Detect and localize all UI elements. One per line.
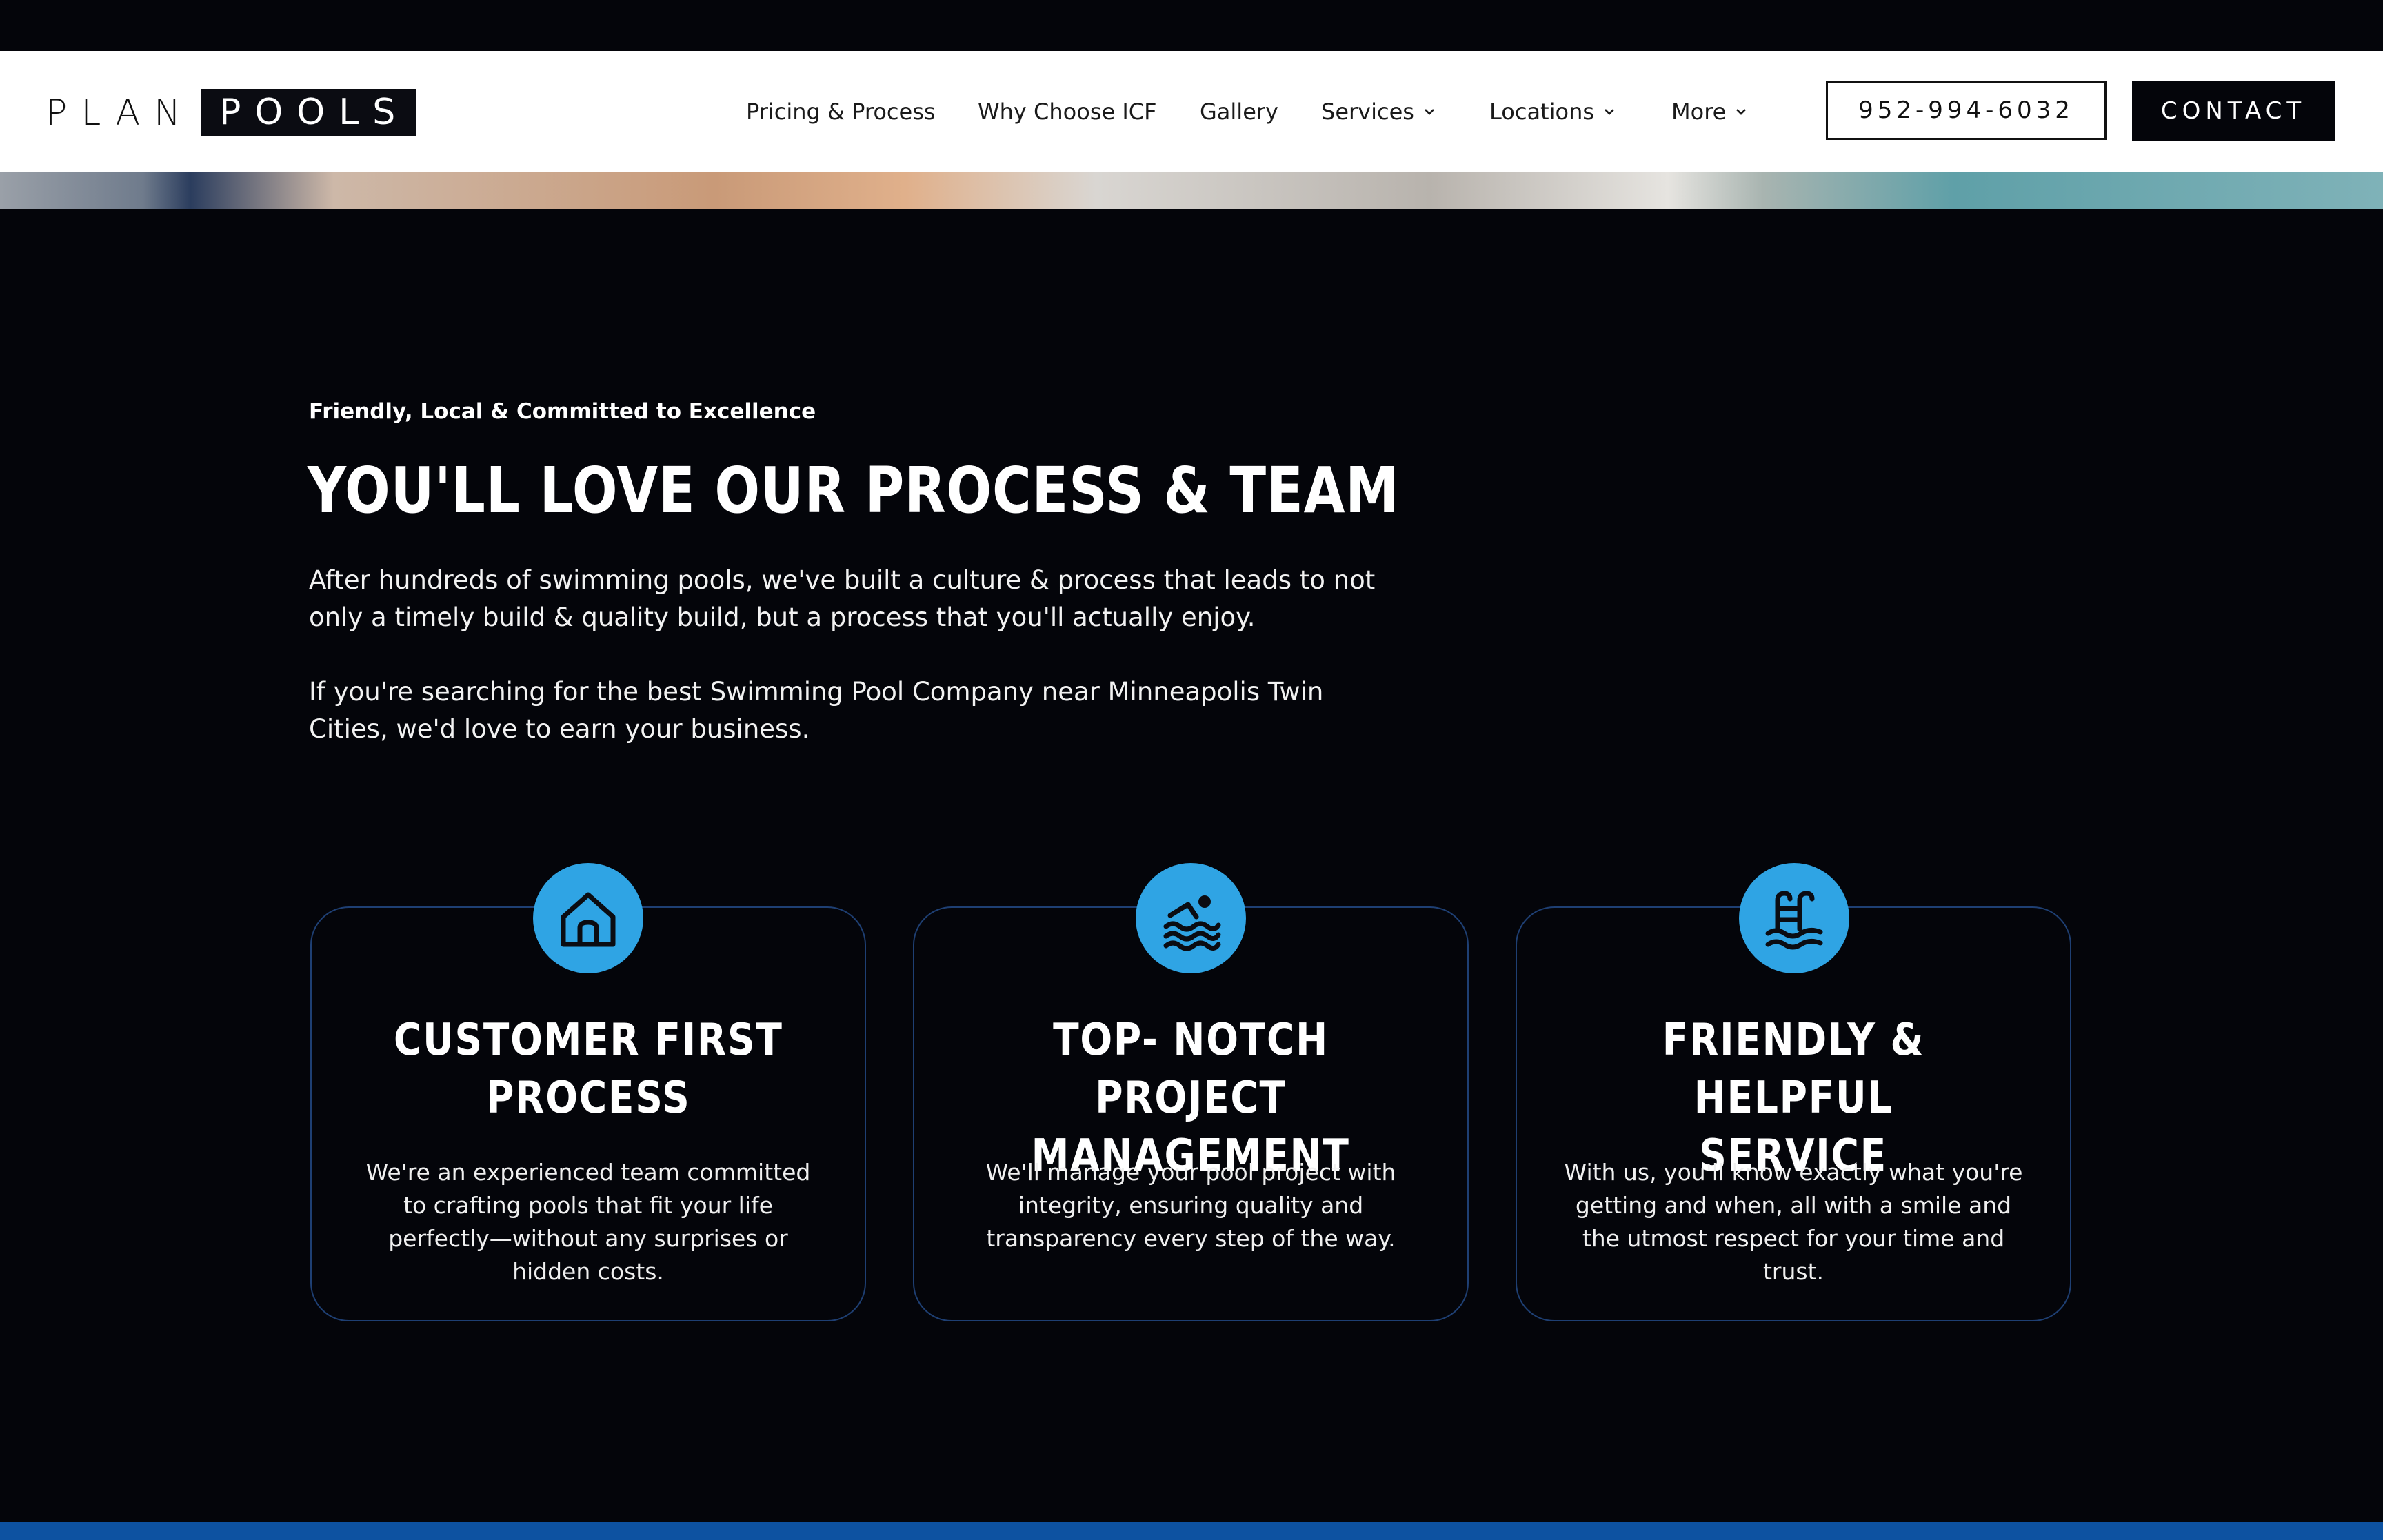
section-paragraph-1: After hundreds of swimming pools, we've … <box>309 565 1376 632</box>
nav-item-pricing-process[interactable]: Pricing & Process <box>746 97 936 127</box>
swimmer-icon <box>1136 863 1246 973</box>
top-black-bar <box>0 0 2383 51</box>
pool-ladder-icon <box>1739 863 1849 973</box>
logo-text-plan: PLAN <box>46 92 194 134</box>
site-header: PLAN POOLS Pricing & Process Why Choose … <box>0 51 2383 172</box>
contact-button[interactable]: CONTACT <box>2132 81 2335 141</box>
nav-item-services[interactable]: Services <box>1321 97 1438 127</box>
nav-item-locations[interactable]: Locations <box>1489 97 1618 127</box>
house-icon <box>533 863 643 973</box>
card-text: With us, you'll know exactly what you're… <box>1564 1159 2023 1285</box>
nav-item-why-choose-icf[interactable]: Why Choose ICF <box>978 97 1157 127</box>
logo-text-pools: POOLS <box>201 89 416 136</box>
card-title-line-2: PROCESS <box>485 1073 691 1124</box>
section-paragraph-2: If you're searching for the best Swimmin… <box>309 677 1324 744</box>
nav-label: Pricing & Process <box>746 99 936 125</box>
card-title: CUSTOMER FIRST PROCESS <box>312 1011 865 1127</box>
phone-button[interactable]: 952-994-6032 <box>1826 81 2107 140</box>
footer-accent-bar <box>0 1522 2383 1540</box>
plan-pools-logo[interactable]: PLAN POOLS <box>46 89 416 136</box>
card-title-line-1: CUSTOMER FIRST <box>393 1015 783 1066</box>
nav-label: Locations <box>1489 99 1595 125</box>
nav-item-gallery[interactable]: Gallery <box>1200 97 1278 127</box>
nav-item-more[interactable]: More <box>1671 97 1749 127</box>
chevron-down-icon <box>1736 109 1747 115</box>
section-eyebrow: Friendly, Local & Committed to Excellenc… <box>309 399 816 424</box>
nav-label: More <box>1671 99 1727 125</box>
hero-image-strip <box>0 172 2383 209</box>
chevron-down-icon <box>1425 109 1434 115</box>
section-title: YOU'LL LOVE OUR PROCESS & TEAM <box>308 454 1399 527</box>
chevron-down-icon <box>1605 109 1614 115</box>
card-title-line-1: TOP- NOTCH PROJECT <box>1053 1015 1329 1124</box>
card-text: We're an experienced team committed to c… <box>365 1159 811 1285</box>
nav-label: Services <box>1321 99 1414 125</box>
nav-label: Why Choose ICF <box>978 99 1157 125</box>
nav-label: Gallery <box>1200 99 1278 125</box>
card-text: We'll manage your pool project with inte… <box>985 1159 1396 1252</box>
card-title-line-1: FRIENDLY & HELPFUL <box>1662 1015 1925 1124</box>
